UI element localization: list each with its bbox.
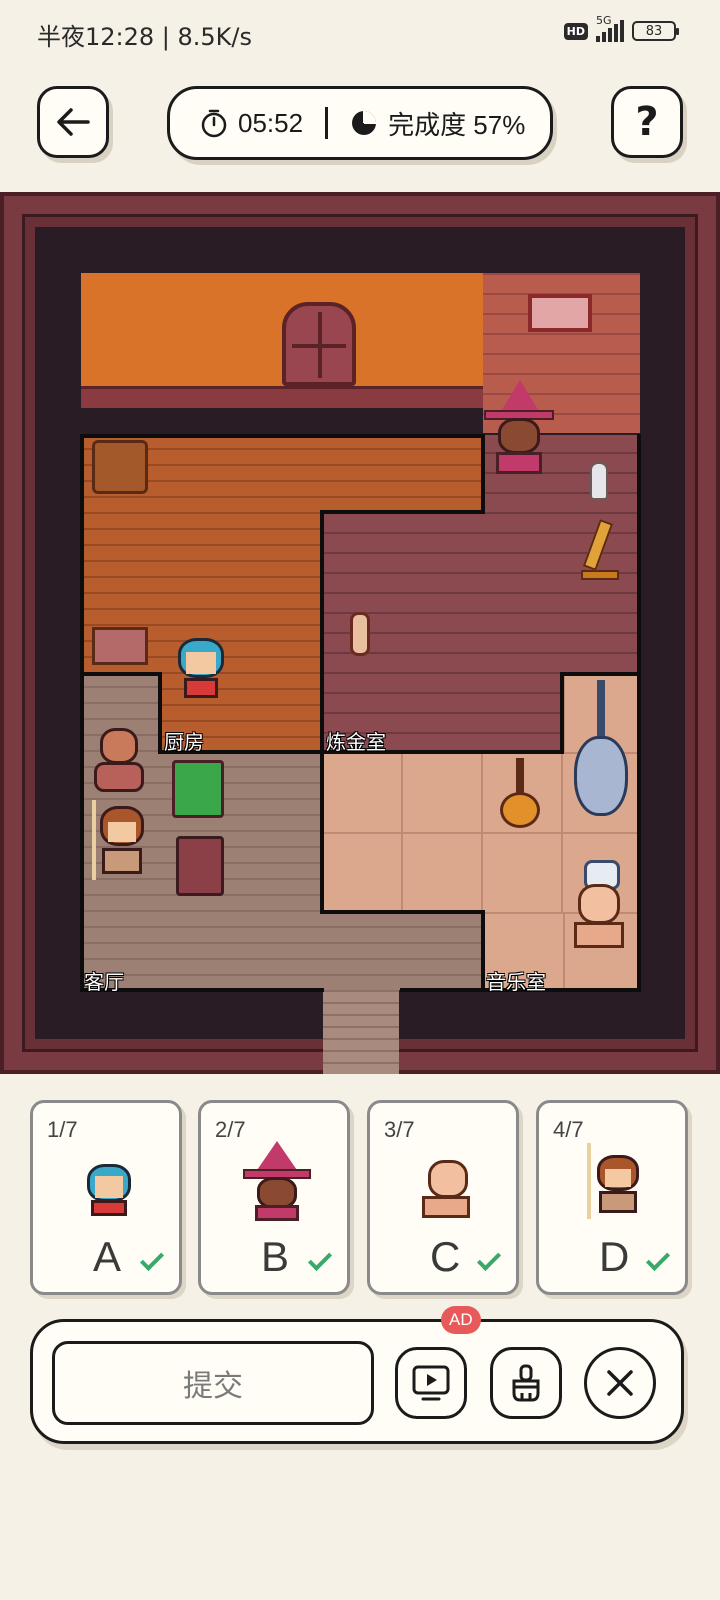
- potion-icon[interactable]: [350, 612, 370, 656]
- ad-badge: AD: [441, 1306, 481, 1334]
- character-a-avatar: [79, 1158, 139, 1218]
- timer-value: 05:52: [238, 107, 304, 138]
- suspect-card-b[interactable]: 2/7 B: [198, 1100, 350, 1295]
- arrow-left-icon: [57, 108, 90, 136]
- card-letter: A: [93, 1233, 122, 1280]
- wall: [80, 434, 484, 438]
- wall: [560, 672, 640, 676]
- wall: [320, 910, 484, 914]
- suspect-card-c[interactable]: 3/7 C: [367, 1100, 519, 1295]
- close-button[interactable]: [584, 1347, 656, 1419]
- lamp-icon[interactable]: [577, 519, 623, 580]
- chair-icon[interactable]: [92, 440, 148, 494]
- check-icon: [476, 1246, 502, 1272]
- green-chair-icon[interactable]: [172, 760, 224, 818]
- window-icon: [282, 302, 356, 386]
- chair-icon[interactable]: [176, 836, 224, 896]
- card-index: 3/7: [384, 1117, 415, 1142]
- battery-icon: 83: [632, 21, 679, 41]
- card-letter: C: [430, 1233, 461, 1280]
- npc-sprite[interactable]: [88, 728, 150, 798]
- room-label-kitchen: 厨房: [164, 730, 204, 754]
- wall: [560, 672, 564, 754]
- status-time-speed: 半夜12:28 | 8.5K/s: [37, 23, 253, 51]
- character-b-sprite[interactable]: [484, 380, 554, 476]
- card-letter: D: [599, 1233, 630, 1280]
- wall: [80, 434, 84, 992]
- watch-ad-button[interactable]: [395, 1347, 467, 1419]
- hd-icon: HD: [563, 22, 588, 40]
- clear-button[interactable]: [490, 1347, 562, 1419]
- wall: [320, 510, 324, 914]
- character-c-avatar: [416, 1158, 476, 1218]
- check-icon: [307, 1246, 333, 1272]
- card-index: 1/7: [47, 1117, 78, 1142]
- table-icon[interactable]: [92, 627, 148, 665]
- brush-icon: [512, 1364, 540, 1402]
- stopwatch-icon: [201, 109, 227, 138]
- battery-level: 83: [645, 23, 663, 39]
- status-bar: 半夜12:28 | 8.5K/s HD 5G 83: [0, 0, 720, 64]
- help-button[interactable]: ?: [611, 86, 683, 158]
- room-label-alchemy: 炼金室: [326, 730, 386, 754]
- character-b-avatar: [241, 1141, 313, 1221]
- card-letter: B: [261, 1233, 290, 1280]
- action-bar: 提交 AD: [30, 1306, 684, 1444]
- check-icon: [645, 1246, 671, 1272]
- character-a-sprite[interactable]: [174, 638, 228, 700]
- pie-chart-icon: [352, 111, 377, 135]
- wall: [481, 910, 485, 992]
- signal-icon: 5G: [596, 14, 624, 42]
- timer: 05:52: [200, 108, 303, 139]
- close-icon: [607, 1370, 633, 1396]
- character-c-sprite[interactable]: [566, 884, 632, 958]
- card-index: 2/7: [215, 1117, 246, 1142]
- pill-divider: [325, 107, 329, 139]
- cello-icon[interactable]: [566, 680, 636, 830]
- status-icons: HD 5G 83: [563, 14, 679, 42]
- suspect-card-a[interactable]: 1/7 A: [30, 1100, 182, 1295]
- character-d-sprite[interactable]: [90, 800, 152, 880]
- back-button[interactable]: [37, 86, 109, 158]
- wall: [637, 434, 641, 992]
- stairs: [323, 990, 399, 1074]
- suspect-card-d[interactable]: 4/7 D: [536, 1100, 688, 1295]
- guitar-icon[interactable]: [498, 758, 542, 828]
- room-label-living: 客厅: [84, 970, 124, 994]
- room-label-music: 音乐室: [486, 970, 546, 994]
- character-d-avatar: [585, 1143, 645, 1219]
- video-play-icon: [412, 1365, 450, 1401]
- game-status-pill: 05:52 完成度 57%: [167, 86, 553, 160]
- wall: [158, 672, 162, 754]
- progress-value: 完成度 57%: [388, 109, 526, 140]
- network-label: 5G: [596, 14, 612, 27]
- painting-icon: [528, 294, 592, 332]
- submit-button[interactable]: 提交: [52, 1341, 374, 1425]
- hall-floor[interactable]: [321, 912, 483, 990]
- card-index: 4/7: [553, 1117, 584, 1142]
- check-icon: [139, 1246, 165, 1272]
- bottle-icon[interactable]: [590, 462, 608, 500]
- wall: [320, 510, 484, 514]
- progress: 完成度 57%: [350, 105, 525, 142]
- wall: [80, 672, 162, 676]
